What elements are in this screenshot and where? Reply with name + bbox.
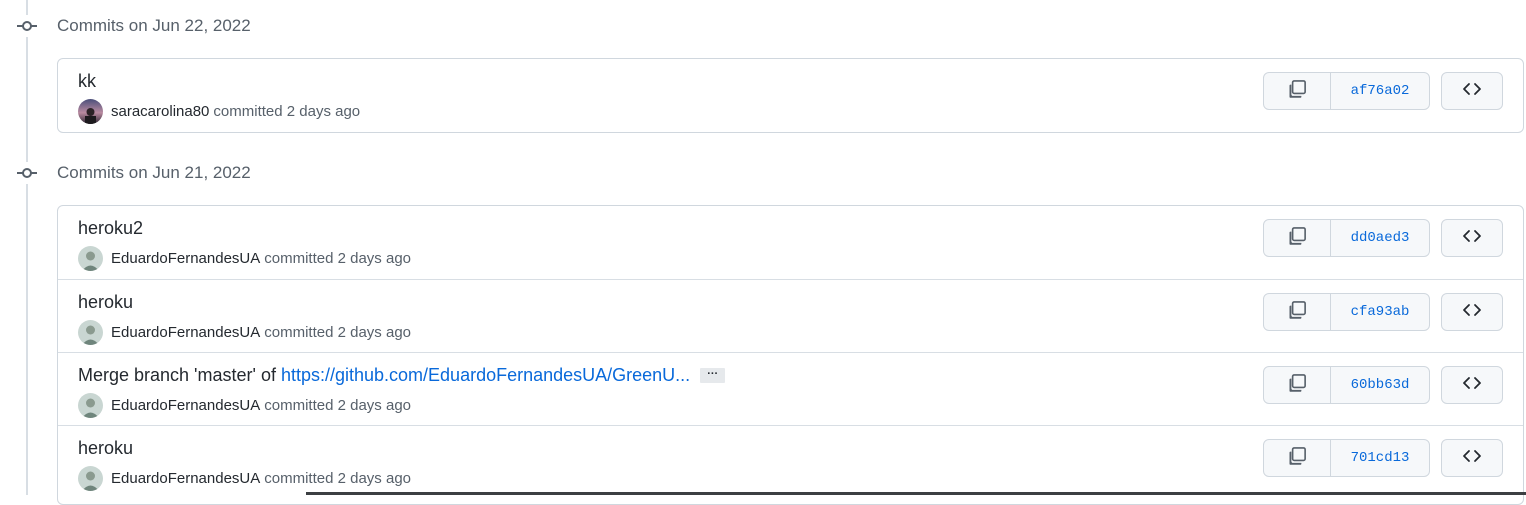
commit-message[interactable]: kk [78,71,96,92]
commit-time: committed 2 days ago [264,250,412,267]
commit-sha-link[interactable]: 701cd13 [1331,440,1429,476]
browse-repo-button[interactable] [1441,219,1503,257]
avatar[interactable] [78,320,103,345]
copy-icon [1287,446,1307,471]
commit-message[interactable]: heroku2 [78,218,143,239]
commit-time: committed 2 days ago [264,470,412,487]
copy-sha-button[interactable] [1264,73,1331,109]
commit-message-link[interactable]: https://github.com/EduardoFernandesUA/Gr… [281,365,690,386]
copy-icon [1287,300,1307,325]
commit-sha-link[interactable]: af76a02 [1331,73,1429,109]
commit-group-title: Commits on Jun 22, 2022 [57,16,251,35]
copy-sha-button[interactable] [1264,367,1331,403]
copy-icon [1287,373,1307,398]
commit-time: committed 2 days ago [264,397,412,414]
commit-meta: EduardoFernandesUA committed 2 days ago [78,320,411,345]
commit-message[interactable]: Merge branch 'master' of https://github.… [78,365,726,386]
code-icon [1462,79,1482,104]
commit-message-text[interactable]: heroku [78,438,133,459]
code-icon [1462,446,1482,471]
git-commit-icon [16,162,38,184]
commit-message[interactable]: heroku [78,292,133,313]
commit-row: kk saracarolina80 committed 2 days ago a… [58,59,1523,132]
commit-row: heroku EduardoFernandesUA committed 2 da… [58,425,1523,498]
commit-list: heroku2 EduardoFernandesUA committed 2 d… [57,205,1524,505]
browse-repo-button[interactable] [1441,293,1503,331]
commit-meta: EduardoFernandesUA committed 2 days ago [78,393,411,418]
sha-button-group: dd0aed3 [1263,219,1430,257]
browse-repo-button[interactable] [1441,439,1503,477]
commit-sha-link[interactable]: cfa93ab [1331,294,1429,330]
commit-message[interactable]: heroku [78,438,133,459]
commit-sha-link[interactable]: 60bb63d [1331,367,1429,403]
commit-row: Merge branch 'master' of https://github.… [58,352,1523,425]
commit-author[interactable]: EduardoFernandesUA [111,250,260,267]
commit-actions: dd0aed3 [1263,219,1503,257]
sha-button-group: cfa93ab [1263,293,1430,331]
commit-time: committed 2 days ago [264,324,412,341]
commit-meta: EduardoFernandesUA committed 2 days ago [78,246,411,271]
commit-message-text[interactable]: Merge branch 'master' of [78,365,276,386]
sha-button-group: 60bb63d [1263,366,1430,404]
code-icon [1462,300,1482,325]
code-icon [1462,226,1482,251]
copy-icon [1287,79,1307,104]
commit-actions: 60bb63d [1263,366,1503,404]
commit-actions: af76a02 [1263,72,1503,110]
expand-message-button[interactable]: ··· [700,368,726,383]
commit-list: kk saracarolina80 committed 2 days ago a… [57,58,1524,133]
sha-button-group: 701cd13 [1263,439,1430,477]
copy-sha-button[interactable] [1264,294,1331,330]
browse-repo-button[interactable] [1441,366,1503,404]
browse-repo-button[interactable] [1441,72,1503,110]
commit-row: heroku EduardoFernandesUA committed 2 da… [58,279,1523,352]
avatar[interactable] [78,99,103,124]
copy-sha-button[interactable] [1264,440,1331,476]
commit-message-text[interactable]: heroku [78,292,133,313]
copy-sha-button[interactable] [1264,220,1331,256]
commit-meta: saracarolina80 committed 2 days ago [78,99,360,124]
avatar[interactable] [78,466,103,491]
avatar[interactable] [78,393,103,418]
avatar[interactable] [78,246,103,271]
code-icon [1462,373,1482,398]
commit-actions: 701cd13 [1263,439,1503,477]
sha-button-group: af76a02 [1263,72,1430,110]
commit-actions: cfa93ab [1263,293,1503,331]
commit-author[interactable]: saracarolina80 [111,103,209,120]
commit-message-text[interactable]: heroku2 [78,218,143,239]
commit-time: committed 2 days ago [213,103,361,120]
copy-icon [1287,226,1307,251]
commit-group-title: Commits on Jun 21, 2022 [57,163,251,182]
commit-sha-link[interactable]: dd0aed3 [1331,220,1429,256]
commit-author[interactable]: EduardoFernandesUA [111,324,260,341]
commit-author[interactable]: EduardoFernandesUA [111,397,260,414]
git-commit-icon [16,15,38,37]
timeline-line [26,0,28,495]
commit-author[interactable]: EduardoFernandesUA [111,470,260,487]
commit-message-text[interactable]: kk [78,71,96,92]
commit-meta: EduardoFernandesUA committed 2 days ago [78,466,411,491]
commit-row: heroku2 EduardoFernandesUA committed 2 d… [58,206,1523,279]
